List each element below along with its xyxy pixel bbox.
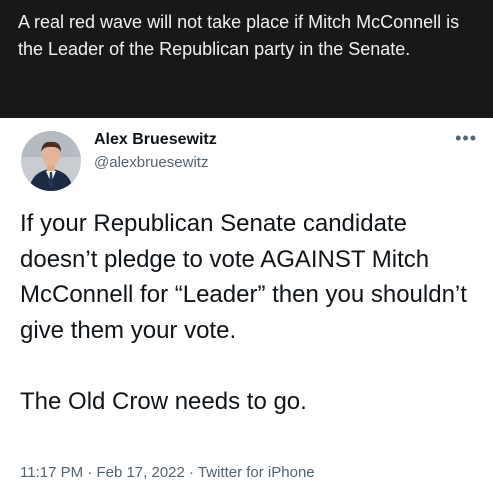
more-dots-icon[interactable]: ••• — [455, 128, 477, 149]
tweet-paragraph: If your Republican Senate candidate does… — [20, 210, 467, 344]
tweet-time[interactable]: 11:17 PM — [20, 464, 83, 481]
tweet-source[interactable]: Twitter for iPhone — [198, 464, 315, 481]
tweet-date[interactable]: Feb 17, 2022 — [96, 464, 184, 481]
caption-text: A real red wave will not take place if M… — [18, 12, 460, 59]
meta-separator: · — [184, 464, 198, 481]
tweet-body: If your Republican Senate candidate does… — [20, 206, 479, 420]
author-handle[interactable]: @alexbruesewitz — [94, 154, 208, 171]
tweet-card: Alex Bruesewitz @alexbruesewitz ••• If y… — [0, 118, 493, 500]
caption-banner: A real red wave will not take place if M… — [0, 0, 493, 118]
meta-separator: · — [83, 464, 97, 481]
tweet-meta: 11:17 PM · Feb 17, 2022 · Twitter for iP… — [20, 464, 315, 481]
avatar[interactable] — [21, 131, 81, 191]
tweet-paragraph: The Old Crow needs to go. — [20, 388, 307, 415]
author-name[interactable]: Alex Bruesewitz — [94, 131, 217, 149]
avatar-image — [21, 131, 81, 191]
